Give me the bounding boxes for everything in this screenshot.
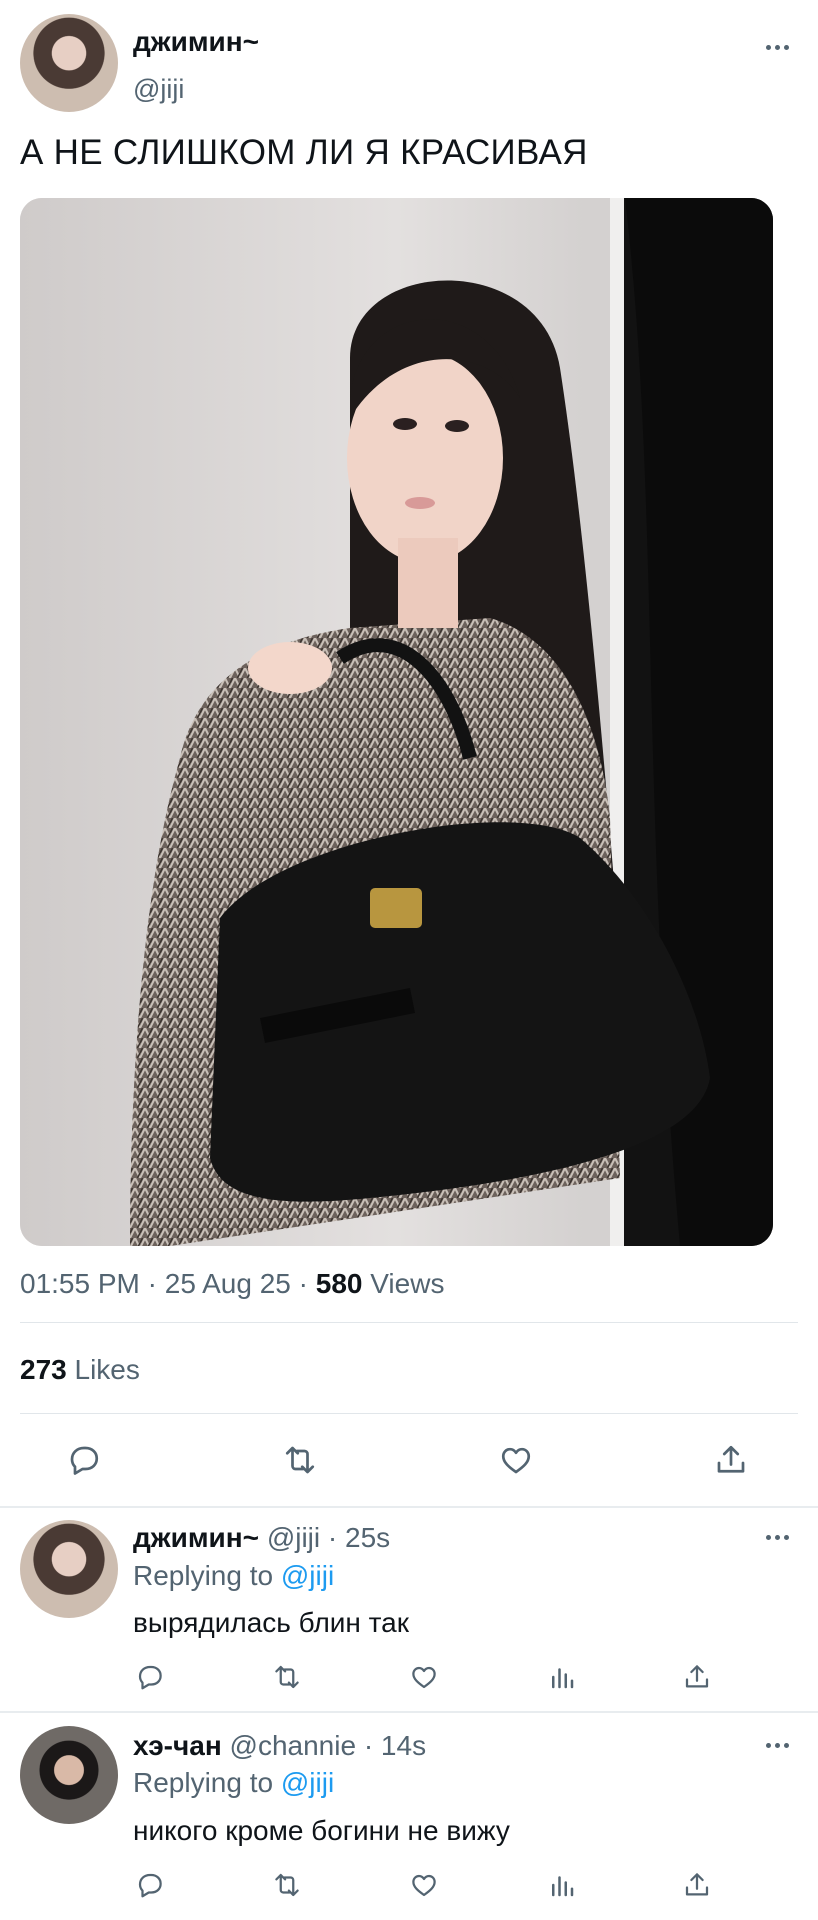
share-icon[interactable] [713,1442,749,1478]
share-icon[interactable] [682,1870,712,1900]
reply-icon[interactable] [135,1662,165,1692]
reply-icon[interactable] [135,1870,165,1900]
replying-to: Replying to @jiji [133,1767,334,1799]
replying-to-link[interactable]: @jiji [281,1560,334,1591]
stats-icon[interactable] [547,1870,577,1900]
replying-to-prefix: Replying to [133,1767,274,1798]
reply-separator: · [327,1522,338,1553]
meta-separator: · [147,1268,157,1299]
reply-text: никого кроме богини не вижу [133,1815,510,1846]
author-name[interactable]: джимин~ [133,26,259,58]
share-icon[interactable] [682,1662,712,1692]
reply-separator: · [363,1730,374,1761]
divider [20,1322,798,1323]
likes-summary[interactable]: 273 Likes [20,1354,140,1386]
reply-avatar[interactable] [20,1520,118,1618]
replying-to-link[interactable]: @jiji [281,1767,334,1798]
divider [0,1711,818,1713]
more-options-icon[interactable] [766,45,789,50]
views-label[interactable]: Views [370,1268,444,1299]
tweet-photo[interactable] [20,198,773,1246]
author-handle[interactable]: @jiji [133,74,184,105]
meta-separator: · [298,1268,308,1299]
reply-avatar[interactable] [20,1726,118,1824]
tweet-meta: 01:55 PM · 25 Aug 25 · 580 Views [20,1268,444,1300]
retweet-icon[interactable] [281,1442,319,1478]
likes-count[interactable]: 273 [20,1354,67,1385]
reply-author-name[interactable]: джимин~ [133,1522,259,1553]
retweet-icon[interactable] [271,1870,303,1900]
reply-icon[interactable] [66,1442,102,1478]
reply-author-handle[interactable]: @channie [230,1730,357,1761]
like-icon[interactable] [498,1442,534,1478]
reply-header: хэ-чан @channie · 14s [133,1730,426,1762]
more-options-icon[interactable] [766,1535,789,1540]
tweet-text: А НЕ СЛИШКОМ ЛИ Я КРАСИВАЯ [20,133,588,172]
tweet-time: 01:55 PM [20,1268,140,1299]
reply-header: джимин~ @jiji · 25s [133,1522,390,1554]
reply-time: 14s [380,1730,427,1761]
reply-text: вырядилась блин так [133,1607,410,1638]
tweet-date: 25 Aug 25 [164,1268,291,1299]
stats-icon[interactable] [547,1662,577,1692]
photo-illustration [20,198,773,1246]
author-avatar[interactable] [20,14,118,112]
reply-author-handle[interactable]: @jiji [267,1522,320,1553]
retweet-icon[interactable] [271,1662,303,1692]
views-count[interactable]: 580 [316,1268,363,1299]
like-icon[interactable] [409,1870,439,1900]
likes-label[interactable]: Likes [75,1354,140,1385]
like-icon[interactable] [409,1662,439,1692]
divider [0,1506,818,1508]
replying-to: Replying to @jiji [133,1560,334,1592]
replying-to-prefix: Replying to [133,1560,274,1591]
more-options-icon[interactable] [766,1743,789,1748]
divider [20,1413,798,1414]
reply-author-name[interactable]: хэ-чан [133,1730,222,1761]
reply-time: 25s [345,1522,391,1553]
